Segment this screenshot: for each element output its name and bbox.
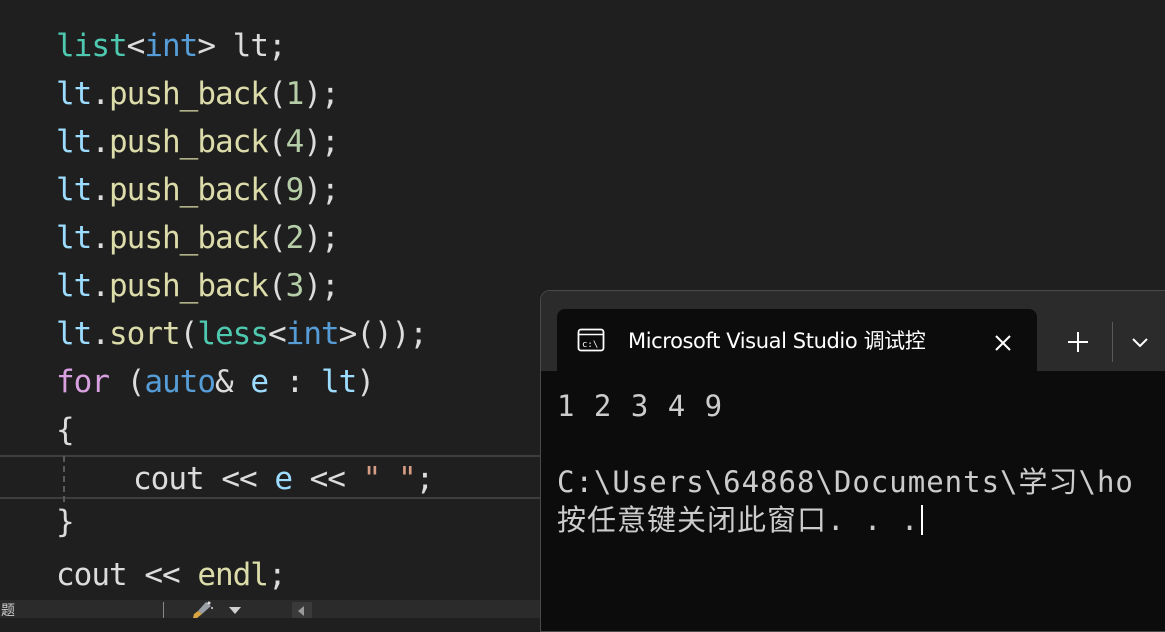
error-list-bar: 问题: [0, 600, 545, 619]
indent-guide: [63, 456, 65, 502]
token-function: sort: [109, 316, 181, 352]
token-punct: &: [214, 364, 251, 400]
token-var: lt: [56, 124, 92, 160]
token-punct: );: [303, 76, 339, 112]
code-line-4: lt.push_back(9);: [56, 166, 340, 214]
token-punct: (: [267, 268, 287, 304]
brush-icon[interactable]: [192, 601, 214, 618]
token-punct: .: [91, 316, 110, 352]
token-punct: .: [91, 172, 110, 208]
scroll-left-button[interactable]: [292, 602, 312, 618]
token-var: lt: [320, 364, 357, 400]
code-line-10: cout << e << " ";: [133, 455, 435, 503]
token-punct: >());: [338, 316, 428, 352]
svg-text:c:\: c:\: [582, 340, 598, 350]
token-punct: (: [267, 124, 287, 160]
code-line-1: list<int> lt;: [56, 22, 287, 70]
token-keyword: auto: [144, 364, 216, 400]
prompt-text: 按任意键关闭此窗口. . .: [557, 503, 920, 537]
token-var: lt: [56, 220, 92, 256]
token-operator: <<: [203, 461, 275, 497]
text-cursor: [921, 505, 924, 535]
code-line-7: lt.sort(less<int>());: [56, 310, 428, 358]
tab-title: Microsoft Visual Studio 调试控: [628, 329, 926, 353]
token-var: e: [250, 364, 269, 400]
token-punct: );: [303, 124, 339, 160]
token-function: push_back: [109, 268, 269, 304]
token-string: " ": [362, 461, 417, 497]
token-var: lt: [56, 268, 92, 304]
token-punct: .: [91, 268, 110, 304]
token-ident: cout: [56, 557, 128, 593]
chevron-down-icon[interactable]: [229, 607, 241, 614]
token-punct: ): [356, 364, 375, 400]
plus-icon[interactable]: [1061, 325, 1095, 359]
output-line: C:\Users\64868\Documents\学习\ho: [557, 465, 1134, 499]
token-punct: ;: [415, 461, 435, 497]
token-control: for: [56, 364, 110, 400]
code-line-3: lt.push_back(4);: [56, 118, 340, 166]
token-number: 4: [285, 124, 305, 160]
output-line: 按任意键关闭此窗口. . .: [557, 501, 1165, 539]
token-punct: );: [303, 220, 339, 256]
token-punct: (: [179, 316, 199, 352]
terminal-tab[interactable]: c:\ Microsoft Visual Studio 调试控: [557, 309, 1037, 371]
debug-console-window[interactable]: c:\ Microsoft Visual Studio 调试控 1 2 3 4 …: [540, 290, 1165, 632]
token-type: less: [197, 316, 269, 352]
code-line-11: }: [56, 498, 75, 546]
close-icon[interactable]: [989, 329, 1017, 357]
console-icon: c:\: [577, 326, 605, 354]
token-punct: );: [303, 268, 339, 304]
token-var: lt: [56, 316, 92, 352]
output-line: 1 2 3 4 9: [557, 389, 724, 423]
token-function: push_back: [109, 124, 269, 160]
token-function: push_back: [109, 76, 269, 112]
code-line-5: lt.push_back(2);: [56, 214, 340, 262]
code-line-6: lt.push_back(3);: [56, 262, 340, 310]
token-keyword: int: [285, 316, 340, 352]
token-punct: .: [91, 76, 110, 112]
token-punct: > lt;: [197, 28, 286, 64]
token-number: 2: [285, 220, 305, 256]
token-function: push_back: [109, 172, 269, 208]
token-punct: <: [267, 316, 287, 352]
token-type: list: [56, 28, 128, 64]
token-punct: );: [303, 172, 339, 208]
token-var: lt: [56, 172, 92, 208]
terminal-titlebar: c:\ Microsoft Visual Studio 调试控: [541, 291, 1165, 371]
token-ident: cout: [133, 461, 205, 497]
token-operator: <<: [291, 461, 363, 497]
issues-label[interactable]: 问题: [0, 603, 15, 619]
token-punct: .: [91, 220, 110, 256]
token-punct: }: [56, 504, 75, 540]
token-punct: ;: [267, 557, 287, 593]
token-function: endl: [197, 557, 269, 593]
token-punct: <: [126, 28, 146, 64]
code-line-8: for (auto& e : lt): [56, 358, 375, 406]
token-var: lt: [56, 76, 92, 112]
chevron-down-icon[interactable]: [1125, 327, 1155, 357]
token-keyword: int: [144, 28, 198, 64]
token-punct: .: [91, 124, 110, 160]
token-punct: (: [267, 172, 287, 208]
token-punct: (: [267, 76, 287, 112]
token-number: 9: [285, 172, 305, 208]
code-line-12: cout << endl;: [56, 551, 287, 599]
code-line-2: lt.push_back(1);: [56, 70, 340, 118]
token-punct: {: [56, 412, 75, 448]
token-punct: :: [267, 364, 321, 400]
divider: [163, 602, 164, 618]
token-punct: (: [267, 220, 287, 256]
titlebar-divider: [1112, 322, 1113, 362]
token-function: push_back: [109, 220, 269, 256]
token-operator: <<: [126, 557, 198, 593]
token-var: e: [274, 461, 293, 497]
code-line-9: {: [56, 406, 75, 454]
token-number: 1: [285, 76, 305, 112]
token-punct: (: [109, 364, 146, 400]
token-number: 3: [285, 268, 305, 304]
terminal-output[interactable]: 1 2 3 4 9 C:\Users\64868\Documents\学习\ho…: [557, 387, 1165, 539]
